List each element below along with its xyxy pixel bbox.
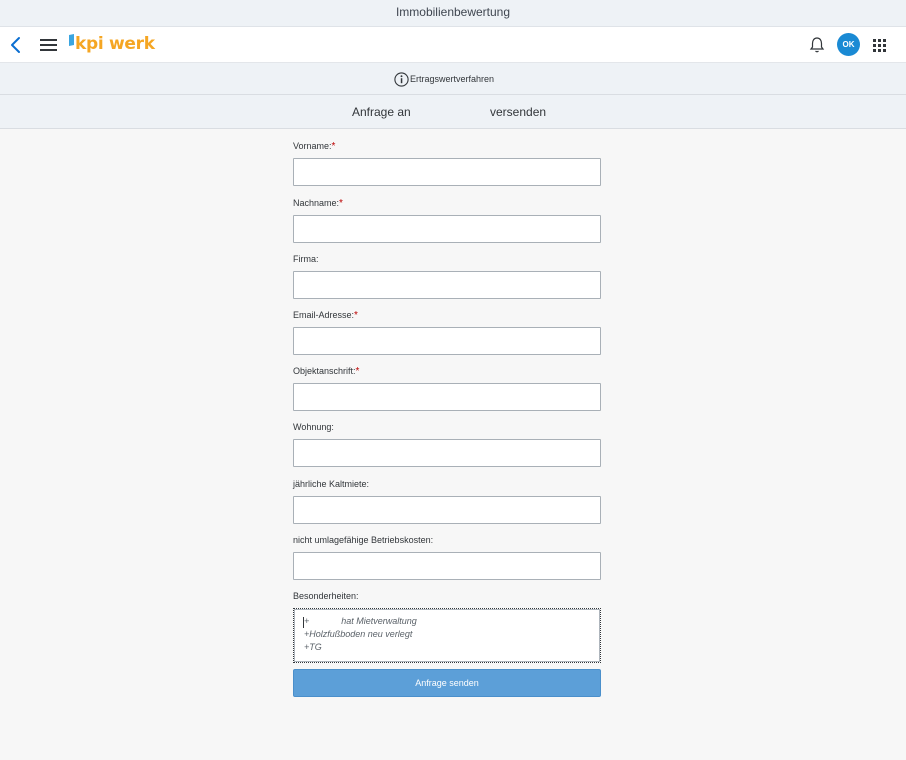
objektanschrift-input[interactable] [293,383,601,411]
user-avatar[interactable]: OK [837,33,860,56]
text-caret [303,617,304,628]
hamburger-menu-icon[interactable] [40,37,57,53]
besonderheiten-textarea[interactable]: + hat Mietverwaltung +Holzfußboden neu ve… [293,608,601,663]
label-betriebskosten: nicht umlagefähige Betriebskosten: [293,535,434,545]
label-besonderheiten: Besonderheiten: [293,591,359,601]
redacted-name [309,617,342,627]
anfrage-senden-button[interactable]: Anfrage senden [293,669,601,697]
info-icon[interactable] [394,71,409,87]
kaltmiete-input[interactable] [293,496,601,524]
back-arrow-icon[interactable] [8,36,24,54]
email-input[interactable] [293,327,601,355]
vorname-input[interactable] [293,158,601,186]
notes-line-2: +Holzfußboden neu verlegt [304,629,413,639]
header-bar: Anfrage an versenden [0,95,906,129]
subheader: Ertragswertverfahren [0,63,906,95]
notes-line-1: + hat Mietverwaltung [304,616,417,627]
firma-input[interactable] [293,271,601,299]
header-text-anfrage-an: Anfrage an [352,105,411,119]
label-wohnung: Wohnung: [293,422,334,432]
page-subtitle: Ertragswertverfahren [410,74,495,84]
shell-bar: kpi werk OK [0,27,906,63]
app-grid-icon[interactable] [873,39,886,52]
nachname-input[interactable] [293,215,601,243]
logo-text: kpi werk [75,34,155,54]
label-vorname: Vorname:* [293,141,336,152]
label-kaltmiete: jährliche Kaltmiete: [293,479,370,489]
notes-line-3: +TG [304,642,322,652]
notifications-bell-icon[interactable] [809,36,825,54]
label-objektanschrift: Objektanschrift:* [293,366,360,377]
wohnung-input[interactable] [293,439,601,467]
header-text-versenden: versenden [490,105,547,119]
label-email: Email-Adresse:* [293,310,358,321]
label-firma: Firma: [293,254,319,264]
label-nachname: Nachname:* [293,198,343,209]
subheader-title-group: Ertragswertverfahren [394,71,494,87]
company-logo[interactable]: kpi werk [68,31,158,59]
window-title: Immobilienbewertung [0,0,906,27]
betriebskosten-input[interactable] [293,552,601,580]
